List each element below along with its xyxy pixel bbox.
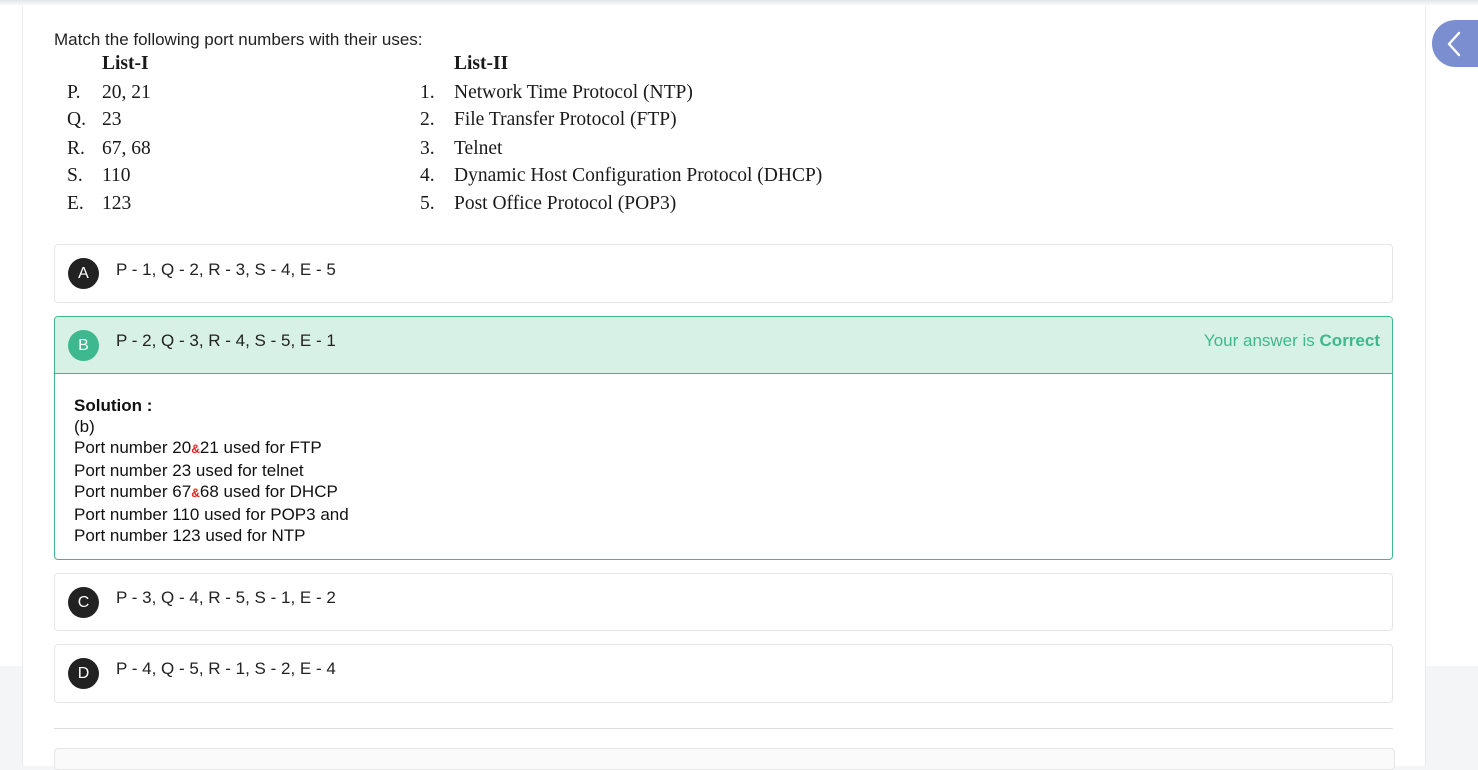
option-text: P - 2, Q - 3, R - 4, S - 5, E - 1 <box>116 331 336 350</box>
list1-key: S. <box>67 165 83 186</box>
option-text: P - 3, Q - 4, R - 5, S - 1, E - 2 <box>116 588 336 607</box>
solution-line: Port number 110 used for POP3 and <box>74 505 349 524</box>
list1-key: R. <box>67 138 85 159</box>
option-c[interactable]: C P - 3, Q - 4, R - 5, S - 1, E - 2 <box>54 573 1393 631</box>
list1-header: List-I <box>102 53 149 74</box>
answer-status: Your answer is Correct <box>1204 331 1380 351</box>
solution-line: Port number 123 used for NTP <box>74 526 306 545</box>
option-letter-badge: A <box>68 258 99 289</box>
option-letter-badge: D <box>68 658 99 689</box>
option-text: P - 4, Q - 5, R - 1, S - 2, E - 4 <box>116 659 336 678</box>
question-text: Match the following port numbers with th… <box>54 30 423 49</box>
list2-key: 3. <box>420 138 435 159</box>
solution-ampersand: & <box>191 486 200 500</box>
answer-status-prefix: Your answer is <box>1203 331 1315 350</box>
list1-value: 67, 68 <box>102 138 151 159</box>
list2-value: Dynamic Host Configuration Protocol (DHC… <box>454 165 823 186</box>
solution-line-text: 21 used for FTP <box>199 438 322 457</box>
option-b-header[interactable]: B P - 2, Q - 3, R - 4, S - 5, E - 1 Your… <box>55 317 1392 374</box>
divider <box>54 728 1393 729</box>
list1-value: 20, 21 <box>102 82 151 103</box>
solution-line-text: Port number 20 <box>74 438 192 457</box>
list2-header: List-II <box>454 53 509 74</box>
list1-key: P. <box>67 82 81 103</box>
solution-line: Port number 23 used for telnet <box>74 461 304 480</box>
next-section-card <box>54 748 1395 770</box>
list1-key: E. <box>67 193 84 214</box>
list1-value: 23 <box>102 109 122 130</box>
sidebar-toggle-button[interactable] <box>1432 20 1478 67</box>
solution-line-text: Port number 67 <box>74 482 192 501</box>
option-text: P - 1, Q - 2, R - 3, S - 4, E - 5 <box>116 260 336 279</box>
answer-status-value: Correct <box>1319 331 1380 350</box>
solution-title: Solution : <box>74 396 153 415</box>
option-letter-badge: C <box>68 587 99 618</box>
solution-line: Port number 20&21 used for FTP <box>74 437 349 460</box>
list2-value: Telnet <box>454 138 503 159</box>
option-a[interactable]: A P - 1, Q - 2, R - 3, S - 4, E - 5 <box>54 244 1393 303</box>
list1-key: Q. <box>67 109 86 130</box>
option-d[interactable]: D P - 4, Q - 5, R - 1, S - 2, E - 4 <box>54 644 1393 703</box>
solution-block: Solution : (b) Port number 20&21 used fo… <box>74 395 349 546</box>
list1-value: 123 <box>102 193 132 214</box>
chevron-left-icon <box>1447 31 1461 56</box>
option-b[interactable]: B P - 2, Q - 3, R - 4, S - 5, E - 1 Your… <box>54 316 1393 560</box>
solution-line-text: 68 used for DHCP <box>199 482 338 501</box>
list2-value: Network Time Protocol (NTP) <box>454 82 693 103</box>
list2-key: 5. <box>420 193 435 214</box>
option-letter-badge: B <box>68 330 99 361</box>
list2-key: 2. <box>420 109 435 130</box>
list2-value: File Transfer Protocol (FTP) <box>454 109 677 130</box>
header-shadow <box>0 0 1478 6</box>
solution-answer: (b) <box>74 417 95 436</box>
list2-value: Post Office Protocol (POP3) <box>454 193 677 214</box>
list2-key: 1. <box>420 82 435 103</box>
list2-key: 4. <box>420 165 435 186</box>
solution-ampersand: & <box>191 442 200 456</box>
list1-value: 110 <box>102 165 131 186</box>
solution-line: Port number 67&68 used for DHCP <box>74 481 349 504</box>
